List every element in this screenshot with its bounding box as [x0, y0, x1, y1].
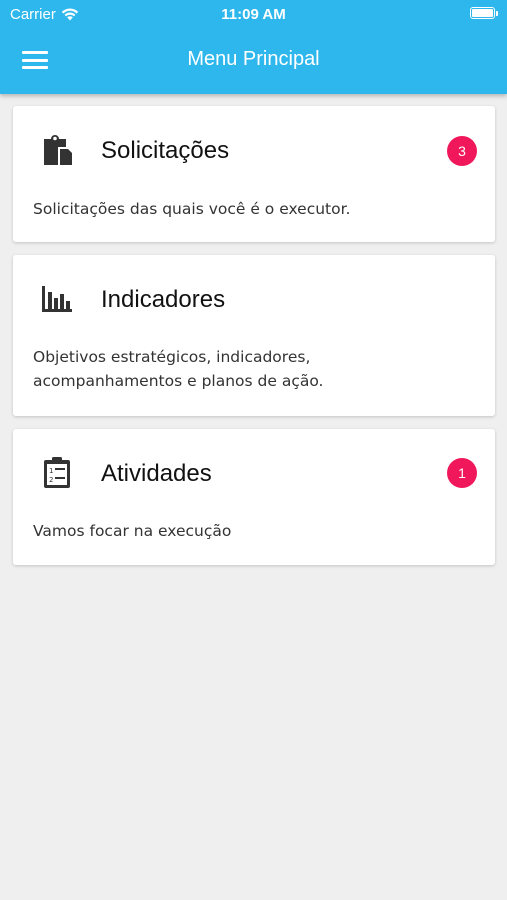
card-description: Vamos focar na execução: [33, 522, 232, 540]
page-title: Menu Principal: [187, 48, 320, 70]
clipboard-paste-icon: [44, 135, 72, 165]
card-description: Objetivos estratégicos, indicadores, aco…: [33, 345, 475, 393]
svg-text:2: 2: [49, 476, 53, 484]
card-description-line: acompanhamentos e planos de ação.: [33, 372, 324, 390]
notification-badge: 1: [447, 458, 477, 488]
card-description-line: Objetivos estratégicos, indicadores,: [33, 348, 311, 366]
svg-text:1: 1: [49, 467, 53, 475]
app-bar: Carrier 11:09 AM Menu Principal: [0, 0, 507, 94]
clipboard-list-icon: 1 2: [44, 457, 70, 488]
battery-icon: [470, 7, 498, 19]
card-description: Solicitações das quais você é o executor…: [33, 200, 351, 218]
status-time: 11:09 AM: [221, 6, 286, 23]
card-indicadores[interactable]: Indicadores Objetivos estratégicos, indi…: [13, 255, 495, 416]
card-solicitacoes[interactable]: Solicitações 3 Solicitações das quais vo…: [13, 106, 495, 242]
card-title: Solicitações: [101, 137, 230, 164]
notification-badge: 3: [447, 136, 477, 166]
card-title: Indicadores: [101, 286, 226, 313]
status-bar: Carrier 11:09 AM: [0, 0, 507, 28]
card-atividades[interactable]: 1 2 Atividades 1 Vamos focar na execução: [13, 429, 495, 565]
bar-chart-icon: [42, 286, 72, 312]
card-title: Atividades: [101, 460, 212, 487]
